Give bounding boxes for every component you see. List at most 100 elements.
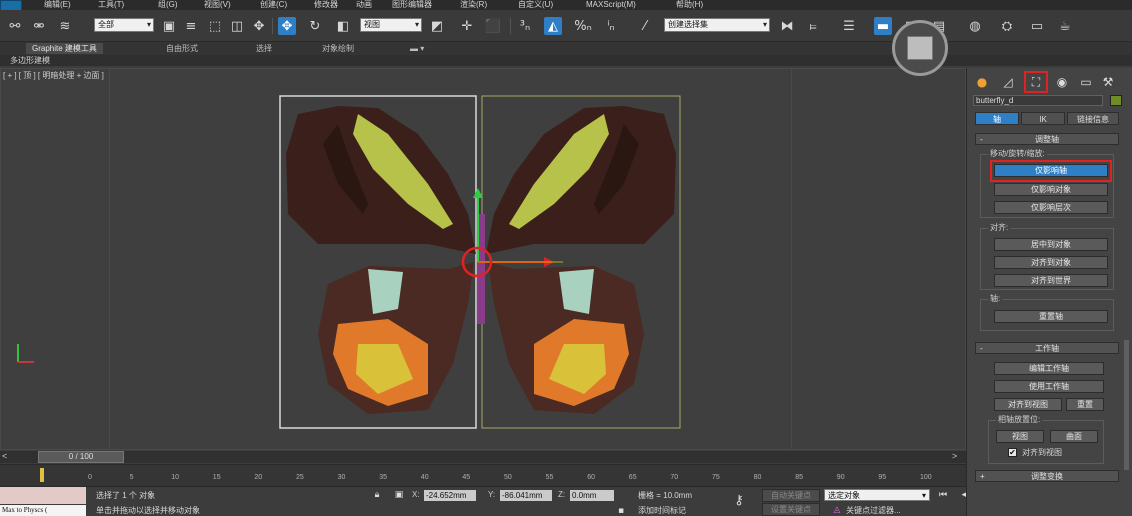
window-crossing-icon[interactable]: ◫ — [228, 17, 246, 35]
selection-filter-dropdown[interactable]: 全部 — [94, 18, 154, 32]
align-to-world-button[interactable]: 对齐到世界 — [994, 274, 1108, 287]
tab-object-paint[interactable]: 对象绘制 — [316, 43, 360, 54]
align-to-object-button[interactable]: 对齐到对象 — [994, 256, 1108, 269]
z-coord-field[interactable]: 0.0mm — [570, 490, 614, 501]
modify-tab-icon[interactable]: ◿ — [1000, 74, 1016, 90]
use-working-pivot-button[interactable]: 使用工作轴 — [994, 380, 1104, 393]
object-color-swatch[interactable] — [1110, 95, 1122, 106]
reset-pivot-button[interactable]: 重置轴 — [994, 310, 1108, 323]
select-rotate-icon[interactable]: ↻ — [306, 17, 324, 35]
reference-coord-dropdown[interactable]: 视图 — [360, 18, 422, 32]
menu-help[interactable]: 帮助(H) — [676, 0, 703, 10]
adjust-transform-rollout-header[interactable]: + 调整变换 — [975, 470, 1119, 482]
menu-edit[interactable]: 编辑(E) — [44, 0, 71, 10]
move-gizmo-icon[interactable]: ✛ — [458, 17, 476, 35]
time-slider-thumb[interactable]: 0 / 100 — [38, 451, 124, 463]
mirror-icon[interactable]: ⧓ — [778, 17, 796, 35]
spinner-snap-icon[interactable]: ⁱₙ — [602, 17, 620, 35]
left-teal-patch — [368, 269, 403, 314]
pivot-center-icon[interactable]: ◩ — [428, 17, 446, 35]
tab-graphite[interactable]: Graphite 建模工具 — [26, 43, 103, 54]
motion-tab-icon[interactable]: ◉ — [1054, 74, 1070, 90]
utilities-tab-icon[interactable]: ⚒ — [1100, 74, 1116, 90]
render-setup-icon[interactable]: ⛭ — [998, 17, 1016, 35]
menu-graph-editors[interactable]: 图形编辑器 — [392, 0, 432, 10]
affect-object-only-button[interactable]: 仅影响对象 — [994, 183, 1108, 196]
key-selection-set-dropdown[interactable]: 选定对象 — [824, 489, 930, 501]
align-to-view-checkbox[interactable]: ✔ — [1008, 448, 1017, 457]
display-tab-icon[interactable]: ▭ — [1078, 74, 1094, 90]
link-icon[interactable]: ⚯ — [6, 17, 24, 35]
x-coord-field[interactable]: -24.652mm — [424, 490, 476, 501]
viewcube-icon[interactable] — [907, 36, 933, 60]
tab-freeform[interactable]: 自由形式 — [160, 43, 204, 54]
absolute-mode-icon[interactable]: ▣ — [392, 488, 406, 502]
menu-rendering[interactable]: 渲染(R) — [460, 0, 487, 10]
percent-snap-icon[interactable]: %ₙ — [574, 17, 592, 35]
set-key-icon[interactable]: ⚷ — [732, 494, 746, 508]
add-time-tag-button[interactable]: 添加时间标记 — [638, 505, 686, 516]
edit-working-pivot-button[interactable]: 编辑工作轴 — [994, 362, 1104, 375]
time-prev-button[interactable]: < — [2, 451, 7, 461]
create-tab-icon[interactable]: ● — [974, 74, 990, 90]
lock-selection-icon[interactable]: 🔒︎ — [370, 488, 384, 502]
auto-key-button[interactable]: 自动关键点 — [762, 489, 820, 502]
menu-customize[interactable]: 自定义(U) — [518, 0, 553, 10]
manipulate-icon[interactable]: ⬛ — [484, 17, 502, 35]
angle-snap-icon[interactable]: ◭ — [544, 17, 562, 35]
time-tag-icon[interactable]: ▪ — [614, 504, 628, 516]
edit-named-selection-icon[interactable]: ⁄ — [636, 17, 654, 35]
reset-working-pivot-button[interactable]: 重置 — [1066, 398, 1104, 411]
goto-start-icon[interactable]: ⏮ — [936, 488, 950, 502]
tab-pivot[interactable]: 轴 — [975, 112, 1019, 125]
tab-ik[interactable]: IK — [1021, 112, 1065, 125]
y-coord-field[interactable]: -86.041mm — [500, 490, 552, 501]
named-selection-dropdown[interactable]: 创建选择集 — [664, 18, 770, 32]
select-scale-icon[interactable]: ◧ — [334, 17, 352, 35]
graphite-toggle-icon[interactable]: ▬ — [874, 17, 892, 35]
menu-tools[interactable]: 工具(T) — [98, 0, 124, 10]
adjust-pivot-rollout-header[interactable]: - 调整轴 — [975, 133, 1119, 145]
set-key-button[interactable]: 设置关键点 — [762, 503, 820, 516]
center-to-object-button[interactable]: 居中到对象 — [994, 238, 1108, 251]
command-panel-scrollbar[interactable] — [1124, 340, 1129, 470]
key-filters-icon[interactable]: ◬ — [830, 503, 844, 516]
unlink-icon[interactable]: ⚮ — [30, 17, 48, 35]
tab-selection[interactable]: 选择 — [250, 43, 278, 54]
menu-maxscript[interactable]: MAXScript(M) — [586, 0, 636, 10]
maxscript-listener[interactable] — [0, 487, 86, 504]
place-view-button[interactable]: 视图 — [996, 430, 1044, 443]
align-icon[interactable]: ⫢ — [804, 17, 822, 35]
key-filters-button[interactable]: 关键点过滤器... — [846, 505, 901, 516]
menu-animation[interactable]: 动画 — [356, 0, 372, 10]
object-name-field[interactable]: butterfly_d — [973, 95, 1103, 106]
maxscript-mini-listener[interactable]: Max to Physcs ( — [0, 505, 86, 516]
select-by-name-icon[interactable]: ≡ — [182, 17, 200, 35]
material-editor-icon[interactable]: ◍ — [966, 17, 984, 35]
render-teapot-icon[interactable]: ☕ — [1056, 17, 1074, 35]
butterfly-model[interactable] — [278, 94, 684, 432]
place-surface-button[interactable]: 曲面 — [1050, 430, 1098, 443]
working-pivot-rollout-header[interactable]: - 工作轴 — [975, 342, 1119, 354]
track-bar[interactable] — [0, 464, 966, 486]
rect-selection-icon[interactable]: ⬚ — [206, 17, 224, 35]
menu-group[interactable]: 组(G) — [158, 0, 178, 10]
align-to-view-button[interactable]: 对齐到视图 — [994, 398, 1062, 411]
select-move-icon[interactable]: ✥ — [278, 17, 296, 35]
time-next-button[interactable]: > — [952, 451, 957, 461]
viewport-label[interactable]: [ + ] [ 顶 ] [ 明暗处理 + 边面 ] — [3, 70, 104, 81]
bind-spacewarp-icon[interactable]: ≋ — [56, 17, 74, 35]
time-slider-track[interactable] — [0, 451, 966, 463]
menu-create[interactable]: 创建(C) — [260, 0, 287, 10]
rendered-frame-icon[interactable]: ▭ — [1028, 17, 1046, 35]
menu-modifiers[interactable]: 修改器 — [314, 0, 338, 10]
affect-hierarchy-only-button[interactable]: 仅影响层次 — [994, 201, 1108, 214]
ribbon-options-icon[interactable]: ▬ ▾ — [404, 43, 430, 54]
select-move-alt-icon[interactable]: ✥ — [250, 17, 268, 35]
tab-link-info[interactable]: 链接信息 — [1067, 112, 1119, 125]
menu-views[interactable]: 视图(V) — [204, 0, 231, 10]
snap-3d-icon[interactable]: ³ₙ — [516, 17, 534, 35]
layer-manager-icon[interactable]: ☰ — [840, 17, 858, 35]
ribbon-sub-label[interactable]: 多边形建模 — [10, 55, 50, 66]
select-object-icon[interactable]: ▣ — [160, 17, 178, 35]
